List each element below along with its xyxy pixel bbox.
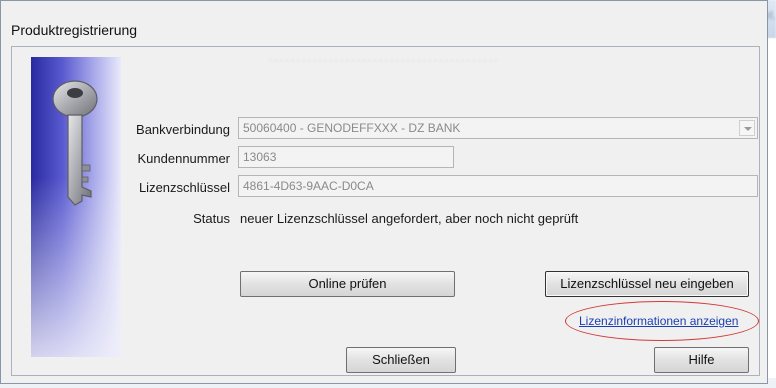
help-button[interactable]: Hilfe [654, 347, 749, 373]
bank-select-value: 50060400 - GENODEFFXXX - DZ BANK [243, 121, 461, 135]
customer-number-value: 13063 [243, 150, 277, 164]
enter-new-key-button[interactable]: Lizenzschlüssel neu eingeben [545, 271, 749, 297]
customer-number-label: Kundennummer [137, 151, 231, 166]
status-value: neuer Lizenzschlüssel angefordert, aber … [240, 211, 579, 226]
side-banner-image [31, 57, 121, 357]
dialog-title: Produktregistrierung [11, 22, 138, 38]
key-icon [52, 80, 98, 206]
annotation-ellipse [565, 301, 759, 341]
license-key-value: 4861-4D63-9AAC-D0CA [243, 179, 374, 193]
blurred-header-text: · · · · · · · · · · · · · · · · · · · · … [269, 55, 498, 63]
bank-select[interactable]: 50060400 - GENODEFFXXX - DZ BANK [238, 117, 758, 139]
registration-dialog: Produktregistrierung · · · · · · · · · ·… [0, 0, 768, 384]
license-key-label: Lizenzschlüssel [138, 180, 230, 195]
bank-label: Bankverbindung [136, 122, 230, 137]
dialog-titlebar[interactable]: Produktregistrierung [1, 1, 181, 39]
close-button[interactable]: Schließen [346, 347, 456, 373]
status-label: Status [193, 211, 230, 226]
customer-number-field[interactable]: 13063 [238, 146, 454, 168]
chevron-down-icon[interactable] [739, 120, 755, 136]
license-key-field[interactable]: 4861-4D63-9AAC-D0CA [238, 175, 758, 197]
check-online-button[interactable]: Online prüfen [240, 271, 455, 297]
